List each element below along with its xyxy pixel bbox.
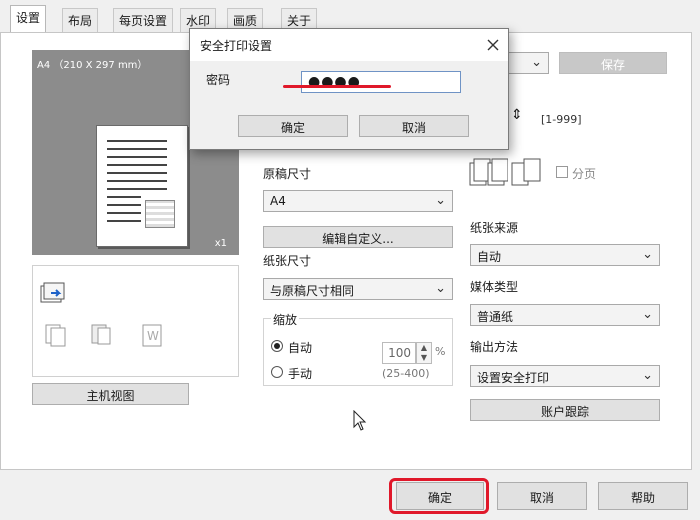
copies-range: [1-999]: [541, 113, 582, 126]
media-type-label: 媒体类型: [470, 280, 519, 294]
original-size-value: A4: [270, 194, 286, 208]
zoom-unit: %: [435, 345, 446, 358]
zoom-value-input[interactable]: 100: [382, 342, 416, 364]
password-label: 密码: [206, 73, 231, 87]
paper-source-label: 纸张来源: [470, 221, 519, 235]
output-method-select[interactable]: 设置安全打印 ⌄: [470, 365, 660, 387]
save-button[interactable]: 保存: [559, 52, 667, 74]
secure-print-dialog: 安全打印设置 密码 ●●●● 确定 取消: [189, 28, 509, 150]
close-icon[interactable]: [487, 39, 499, 51]
dialog-title: 安全打印设置: [200, 39, 273, 53]
tab-settings[interactable]: 设置: [10, 5, 47, 33]
account-track-button[interactable]: 账户跟踪: [470, 399, 660, 421]
paper-size-label: 纸张尺寸: [263, 254, 312, 268]
host-view-button[interactable]: 主机视图: [32, 383, 189, 405]
chevron-down-icon: ⌄: [435, 193, 446, 208]
chevron-down-icon: ⌄: [642, 307, 653, 322]
preview-image-placeholder: [145, 200, 175, 228]
output-method-value: 设置安全打印: [477, 371, 550, 385]
red-annotation-underline: [283, 85, 391, 88]
password-field[interactable]: ●●●●: [301, 71, 461, 93]
watermark-icon[interactable]: W: [139, 322, 165, 348]
dialog-cancel-button[interactable]: 取消: [359, 115, 469, 137]
zoom-stepper[interactable]: ▲ ▼: [416, 342, 432, 364]
zoom-manual-radio[interactable]: [271, 366, 283, 378]
dialog-ok-button[interactable]: 确定: [238, 115, 348, 137]
original-size-label: 原稿尺寸: [263, 167, 312, 181]
edit-custom-button[interactable]: 编辑自定义...: [263, 226, 453, 248]
preview-page: [96, 125, 188, 247]
paper-size-select[interactable]: 与原稿尺寸相同 ⌄: [263, 278, 453, 300]
tab-page-settings[interactable]: 每页设置: [113, 8, 174, 32]
chevron-down-icon: ⌄: [435, 281, 446, 296]
original-size-select[interactable]: A4 ⌄: [263, 190, 453, 212]
dialog-titlebar: 安全打印设置: [190, 29, 508, 61]
copies-spinner-icon[interactable]: ⇕: [511, 107, 523, 123]
dialog-body: 密码 ●●●● 确定 取消: [190, 61, 508, 149]
paper-size-value: 与原稿尺寸相同: [270, 284, 355, 298]
uncollate-stack-icon: [511, 158, 541, 186]
mouse-cursor-icon: [353, 410, 367, 431]
svg-text:W: W: [147, 329, 159, 343]
printer-stack-icon[interactable]: [39, 280, 67, 308]
red-annotation-box: [389, 478, 489, 514]
paper-source-value: 自动: [477, 250, 502, 264]
collate-label: 分页: [572, 167, 597, 181]
zoom-range: (25-400): [382, 367, 430, 380]
chevron-down-icon: ⌄: [642, 368, 653, 383]
chevron-down-icon: ⌄: [642, 247, 653, 262]
paper-source-select[interactable]: 自动 ⌄: [470, 244, 660, 266]
cancel-button[interactable]: 取消: [497, 482, 587, 510]
zoom-manual-label: 手动: [288, 367, 313, 381]
collate-stack-icon: [469, 158, 508, 186]
output-method-label: 输出方法: [470, 340, 519, 354]
zoom-auto-radio[interactable]: [271, 340, 283, 352]
tab-layout[interactable]: 布局: [62, 8, 99, 32]
media-type-value: 普通纸: [477, 310, 514, 324]
preview-copies-badge: x1: [214, 238, 227, 249]
preview-paper-label: A4 （210 X 297 mm）: [37, 60, 148, 71]
favorite-select[interactable]: ⌄: [505, 52, 549, 74]
media-type-select[interactable]: 普通纸 ⌄: [470, 304, 660, 326]
duplex-icon[interactable]: [43, 322, 69, 348]
mode-icons-box: W: [32, 265, 239, 377]
booklet-icon[interactable]: [89, 322, 115, 348]
zoom-group-label: 缩放: [271, 311, 300, 328]
zoom-auto-label: 自动: [288, 341, 313, 355]
help-button[interactable]: 帮助: [598, 482, 688, 510]
collate-checkbox[interactable]: [556, 166, 568, 178]
